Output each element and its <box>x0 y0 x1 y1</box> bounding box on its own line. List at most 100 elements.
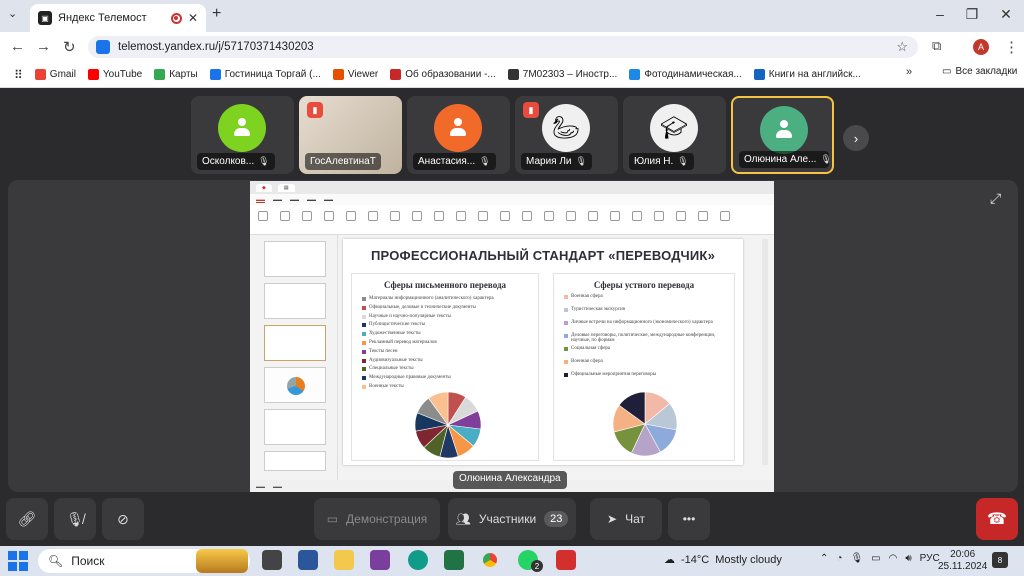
legend-label: Рекламный перевод материалов <box>369 340 437 345</box>
clock-date: 25.11.2024 <box>938 561 988 572</box>
minimize-icon[interactable]: – <box>930 6 950 22</box>
excel-icon[interactable] <box>444 550 464 570</box>
apps-icon[interactable]: ⠿ <box>14 68 23 82</box>
app-tab: ◆ <box>256 183 272 192</box>
restore-icon[interactable]: ❐ <box>962 6 982 23</box>
close-window-icon[interactable]: ✕ <box>996 6 1016 23</box>
bookmark-item[interactable]: Gmail <box>34 69 76 80</box>
bookmark-item[interactable]: Viewer <box>332 69 378 80</box>
url-field[interactable]: telemost.yandex.ru/j/57170371430203 ☆ <box>88 36 918 58</box>
bookmark-favicon-icon <box>390 69 402 80</box>
legend-item: Художественные тексты <box>362 331 421 337</box>
weather-widget[interactable]: ☁︎ -14°C Mostly cloudy <box>664 553 782 567</box>
clock[interactable]: 20:06 25.11.2024 <box>938 549 987 573</box>
next-participants-button[interactable]: › <box>843 125 869 151</box>
participants-count: 23 <box>544 511 569 527</box>
participant-name: Анастасия... <box>418 156 476 167</box>
search-placeholder: Поиск <box>71 554 105 568</box>
participant-tile[interactable]: 🦢︎ ▮ Мария Ли 🎙︎ <box>515 96 618 174</box>
menu-icon[interactable]: ⋮ <box>1004 38 1019 56</box>
mic-muted-icon: 🎙︎ <box>258 156 270 166</box>
ribbon-tool-icon <box>324 211 334 221</box>
browser-tab[interactable]: ▣ Яндекс Телемост ✕ <box>30 4 206 32</box>
mic-tray-icon[interactable]: 🎙︎ <box>850 553 863 564</box>
participant-name: Мария Ли <box>526 156 572 167</box>
more-bookmarks-icon[interactable]: » <box>906 66 912 78</box>
close-tab-icon[interactable]: ✕ <box>188 11 198 25</box>
more-button[interactable]: ••• <box>668 498 710 540</box>
mic-muted-icon: 🎙︎ <box>575 156 587 166</box>
camera-button[interactable]: ⊘ <box>102 498 144 540</box>
profile-avatar[interactable]: А <box>973 39 989 55</box>
bookmark-item[interactable]: Книги на английск... <box>753 69 861 80</box>
word-icon[interactable] <box>298 550 318 570</box>
new-tab-button[interactable]: + <box>212 5 221 23</box>
copy-link-button[interactable]: 🔗︎ <box>6 498 48 540</box>
notifications-icon[interactable]: 8 <box>992 552 1008 568</box>
reload-icon[interactable]: ↻ <box>63 38 76 56</box>
volume-icon[interactable]: 🔊︎ <box>905 553 911 564</box>
end-call-button[interactable]: ☎︎ <box>976 498 1018 540</box>
mic-button[interactable]: 🎙︎̸ <box>54 498 96 540</box>
tray-expand-icon[interactable]: ⌃ <box>820 553 828 564</box>
system-tray: ⌃ ◔ 🎙︎ ▭ ◠ 🔊︎ РУС <box>820 553 940 564</box>
tray-app-icon[interactable]: ◔ <box>836 553 842 564</box>
language-indicator[interactable]: РУС <box>920 553 940 564</box>
windows-start-icon[interactable] <box>8 551 28 571</box>
battery-icon[interactable]: ▭ <box>871 553 880 564</box>
bookmark-item[interactable]: 7М02303 – Иностр... <box>507 69 617 80</box>
participant-tile[interactable]: Анастасия... 🎙︎ <box>407 96 510 174</box>
wifi-icon[interactable]: ◠ <box>889 553 898 564</box>
menu-4: ▬▬ <box>307 197 316 202</box>
file-explorer-icon[interactable] <box>334 550 354 570</box>
legend-item: Специальные тексты <box>362 366 414 372</box>
thumb-6 <box>264 451 326 471</box>
ribbon-tool-icon <box>654 211 664 221</box>
participants-button[interactable]: 👥︎ Участники 23 <box>448 498 576 540</box>
legend-label: Туристическая экскурсия <box>571 307 625 312</box>
signal-icon: ▮ <box>523 102 539 118</box>
slide-scrollbar[interactable] <box>762 239 768 465</box>
legend-item: Тексты песен <box>362 349 398 354</box>
bookmark-item[interactable]: Карты <box>154 69 198 80</box>
chat-button[interactable]: ➤ Чат <box>590 498 662 540</box>
menu-home: ▬▬ <box>256 196 265 203</box>
participant-tile[interactable]: Осколков... 🎙︎ <box>191 96 294 174</box>
participant-tile[interactable]: ▮ ГосАлевтинаТ <box>299 96 402 174</box>
forward-icon[interactable]: → <box>36 38 51 55</box>
legend-swatch <box>564 308 568 312</box>
bookmark-item[interactable]: YouTube <box>87 69 142 80</box>
participant-tile[interactable]: 🎓︎ Юлия Н. 🎙︎ <box>623 96 726 174</box>
participant-tile[interactable]: Олюнина Але... 🎙︎ <box>731 96 834 174</box>
edge-icon[interactable] <box>408 550 428 570</box>
bookmark-star-icon[interactable]: ☆ <box>896 39 908 55</box>
tab-list-icon[interactable]: ⌄ <box>8 7 17 20</box>
bookmark-label: Gmail <box>49 69 76 80</box>
all-bookmarks[interactable]: ▭ Все закладки <box>942 66 1017 77</box>
bookmark-item[interactable]: Об образовании -... <box>390 69 496 80</box>
all-bookmarks-label: Все закладки <box>955 66 1018 77</box>
bookmark-favicon-icon <box>629 69 641 80</box>
back-icon[interactable]: ← <box>10 38 25 55</box>
app-icon[interactable] <box>370 550 390 570</box>
weather-temp: -14°C <box>681 553 710 566</box>
acrobat-icon[interactable] <box>556 550 576 570</box>
ribbon-tool-icon <box>676 211 686 221</box>
legend-label: Официальные мероприятия переговоры <box>571 372 657 377</box>
thumb-5 <box>264 409 326 445</box>
demonstration-button[interactable]: ▭ Демонстрация <box>314 498 440 540</box>
legend-item: Публицистические тексты <box>362 322 425 328</box>
fullscreen-icon[interactable]: ⤢ <box>990 190 1001 207</box>
thumb-4 <box>264 367 326 403</box>
thumb-pie <box>287 377 305 395</box>
task-view-icon[interactable] <box>262 550 282 570</box>
site-info-icon[interactable] <box>96 40 110 54</box>
participant-name-tag: ГосАлевтинаТ <box>305 153 381 170</box>
bookmark-item[interactable]: Гостиница Торгай (... <box>209 69 321 80</box>
extensions-icon[interactable]: ⧉ <box>932 38 941 54</box>
legend-item: Официальные, деловые и технические докум… <box>362 305 476 310</box>
participant-name-tag: Анастасия... 🎙︎ <box>413 153 496 170</box>
menu-3: ▬▬ <box>290 197 299 202</box>
chrome-icon[interactable] <box>480 550 500 570</box>
bookmark-item[interactable]: Фотодинамическая... <box>629 69 742 80</box>
